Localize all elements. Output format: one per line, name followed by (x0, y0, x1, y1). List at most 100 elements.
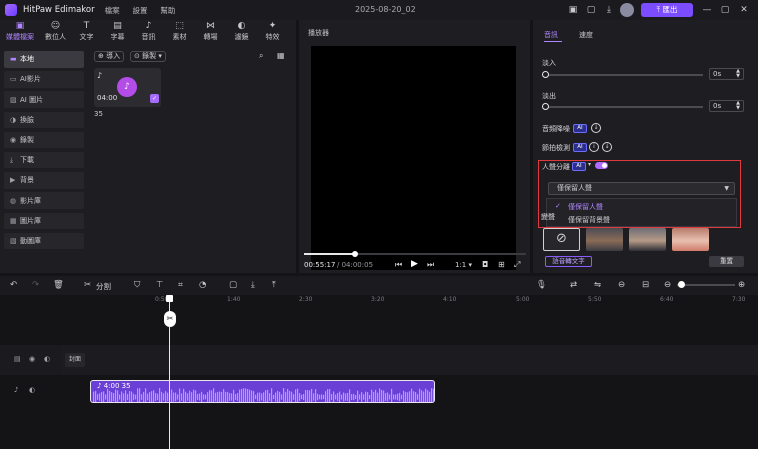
tool-filter[interactable]: ◐ 濾鏡 (226, 20, 257, 45)
fade-in-input[interactable]: 0s ▲ ▼ (709, 68, 744, 80)
no-voice-option[interactable]: ⊘ (543, 228, 580, 251)
crop-icon[interactable]: ⌗ (178, 280, 183, 290)
layers-icon[interactable]: ▤ (14, 355, 21, 363)
track-link-icon[interactable]: ⊖ (618, 280, 625, 290)
sidebar-item-face-swap[interactable]: ◑ 換臉 (4, 111, 84, 129)
sidebar-item-background[interactable]: ▶ 背景 (4, 172, 84, 189)
fade-out-input[interactable]: 0s ▲ ▼ (709, 100, 744, 112)
tool-media[interactable]: ▣ 媒體檔案 (0, 20, 40, 45)
fade-out-knob[interactable] (542, 103, 549, 110)
audio-clip[interactable]: ♪ 4:00 35 (90, 380, 435, 403)
fullscreen-icon[interactable]: ⤢ (514, 260, 520, 270)
fade-out-slider[interactable] (545, 106, 703, 108)
shield-icon[interactable]: ⛉ (134, 280, 140, 290)
menu-file[interactable]: 檔案 (105, 6, 120, 15)
zoom-out-icon[interactable]: ⊖ (664, 280, 671, 290)
media-clip-thumbnail[interactable]: ♪ ♪ 04:00 ✓ (94, 68, 161, 107)
sidebar-item-local[interactable]: ▬ 本地 (4, 51, 84, 68)
tool-text[interactable]: T 文字 (71, 20, 102, 45)
sidebar-item-ai-video[interactable]: ▭ AI影片 (4, 71, 84, 88)
download-icon[interactable]: ↓ (602, 142, 612, 152)
calendar-icon[interactable]: ▣ (567, 4, 579, 16)
split-label[interactable]: 分割 (96, 281, 111, 292)
check-icon[interactable]: ✓ (150, 94, 159, 103)
sidebar-item-ai-image[interactable]: ▨ AI 圖片 (4, 91, 84, 108)
voice-avatar-3[interactable] (672, 228, 709, 251)
reset-button[interactable]: 重置 (709, 256, 744, 267)
tool-effects[interactable]: ✦ 特效 (257, 20, 288, 45)
menu-help[interactable]: 幫助 (160, 6, 175, 15)
avatar[interactable] (620, 3, 634, 17)
next-frame-icon[interactable]: ⏭ (427, 260, 434, 270)
sidebar-item-download[interactable]: ⤓ 下載 (4, 151, 84, 169)
option-keep-vocals[interactable]: 僅保留人聲 (568, 202, 603, 212)
scissor-icon[interactable]: ✂ (164, 311, 176, 327)
vocal-separation-toggle[interactable] (595, 162, 608, 169)
menu-settings[interactable]: 設置 (133, 6, 148, 15)
audio-icon[interactable]: ◐ (29, 386, 35, 394)
zoom-ratio-select[interactable]: 1:1 ▾ (455, 261, 472, 269)
sidebar-item-gif-library[interactable]: ▧ 動圖庫 (4, 232, 84, 250)
chevron-down-icon[interactable]: ▾ (588, 161, 591, 168)
prev-frame-icon[interactable]: ⏮ (395, 260, 402, 270)
voice-avatar-1[interactable] (586, 228, 623, 251)
cover-button[interactable]: 封面 (65, 353, 85, 367)
undo-icon[interactable]: ↶ (10, 280, 17, 290)
playhead-handle[interactable] (166, 295, 173, 302)
redo-icon[interactable]: ↷ (32, 280, 39, 290)
tool-stickers[interactable]: ⬚ 素材 (164, 20, 195, 45)
sidebar-item-video-library[interactable]: ◍ 影片庫 (4, 192, 84, 209)
option-keep-background[interactable]: 僅保留背景聲 (568, 215, 610, 225)
maximize-icon[interactable]: ▢ (718, 3, 732, 17)
import-button[interactable]: ⊕ 導入 (94, 51, 125, 62)
speech-to-text-button[interactable]: 語音轉文字 (545, 256, 592, 267)
text-box-icon[interactable]: ⊤ (156, 280, 163, 290)
layout-icon[interactable]: ▦ (277, 51, 285, 60)
zoom-knob[interactable] (678, 281, 685, 288)
download-icon[interactable]: ⤓ (251, 280, 255, 290)
export-frame-icon[interactable]: ⤒ (272, 280, 276, 290)
playback-progress[interactable] (304, 253, 526, 255)
delete-icon[interactable]: 🗑 (53, 280, 64, 290)
link-icon[interactable]: ⇄ (570, 280, 577, 290)
play-icon[interactable]: ▶ (411, 259, 418, 269)
voice-avatar-2[interactable] (629, 228, 666, 251)
stepper-icon[interactable]: ▲ ▼ (736, 69, 740, 79)
timeline: 0:50 1:40 2:30 3:20 4:10 5:00 5:50 6:40 … (0, 295, 758, 449)
download-icon[interactable]: ↓ (591, 123, 601, 133)
sidebar-item-record[interactable]: ◉ 錄製 (4, 131, 84, 149)
search-icon[interactable]: ⌕ (259, 51, 263, 61)
eye-icon[interactable]: ◉ (29, 355, 35, 363)
audio-icon[interactable]: ◐ (44, 355, 50, 363)
fit-icon[interactable]: ⊟ (642, 280, 649, 290)
camera-icon[interactable]: ◘ (482, 260, 488, 269)
progress-knob[interactable] (352, 251, 358, 257)
tab-audio[interactable]: 音訊 (544, 30, 558, 40)
minimize-icon[interactable]: — (700, 3, 714, 17)
fade-in-slider[interactable] (545, 74, 703, 76)
export-button[interactable]: ⤒ 匯出 (641, 3, 693, 17)
close-icon[interactable]: ✕ (737, 3, 751, 17)
feedback-icon[interactable]: ▢ (585, 4, 597, 16)
fade-in-knob[interactable] (542, 71, 549, 78)
sidebar-item-image-library[interactable]: ▦ 圖片庫 (4, 212, 84, 229)
zoom-slider[interactable] (677, 284, 735, 286)
unlink-icon[interactable]: ⇋ (594, 280, 601, 290)
video-track[interactable] (62, 345, 758, 375)
grid-icon[interactable]: ⊞ (498, 260, 505, 269)
microphone-icon[interactable]: 🎙 (536, 280, 547, 290)
tool-avatar[interactable]: ☺ 數位人 (40, 20, 71, 45)
tool-transition[interactable]: ⋈ 轉場 (195, 20, 226, 45)
speed-icon[interactable]: ◔ (199, 280, 206, 290)
download-icon[interactable]: ⤓ (603, 4, 615, 16)
split-icon[interactable]: ✂ (84, 280, 91, 290)
info-icon[interactable]: i (589, 142, 599, 152)
vocal-mode-select[interactable]: 僅保留人聲 ▼ (548, 182, 735, 195)
freeze-icon[interactable]: ▢ (229, 280, 237, 290)
zoom-in-icon[interactable]: ⊕ (738, 280, 745, 290)
record-dropdown[interactable]: ⊙ 錄製 ▾ (130, 51, 166, 62)
tool-subtitle[interactable]: ▤ 字幕 (102, 20, 133, 45)
tab-speed[interactable]: 速度 (579, 30, 593, 40)
tool-audio[interactable]: ♪ 音訊 (133, 20, 164, 45)
stepper-icon[interactable]: ▲ ▼ (736, 101, 740, 111)
